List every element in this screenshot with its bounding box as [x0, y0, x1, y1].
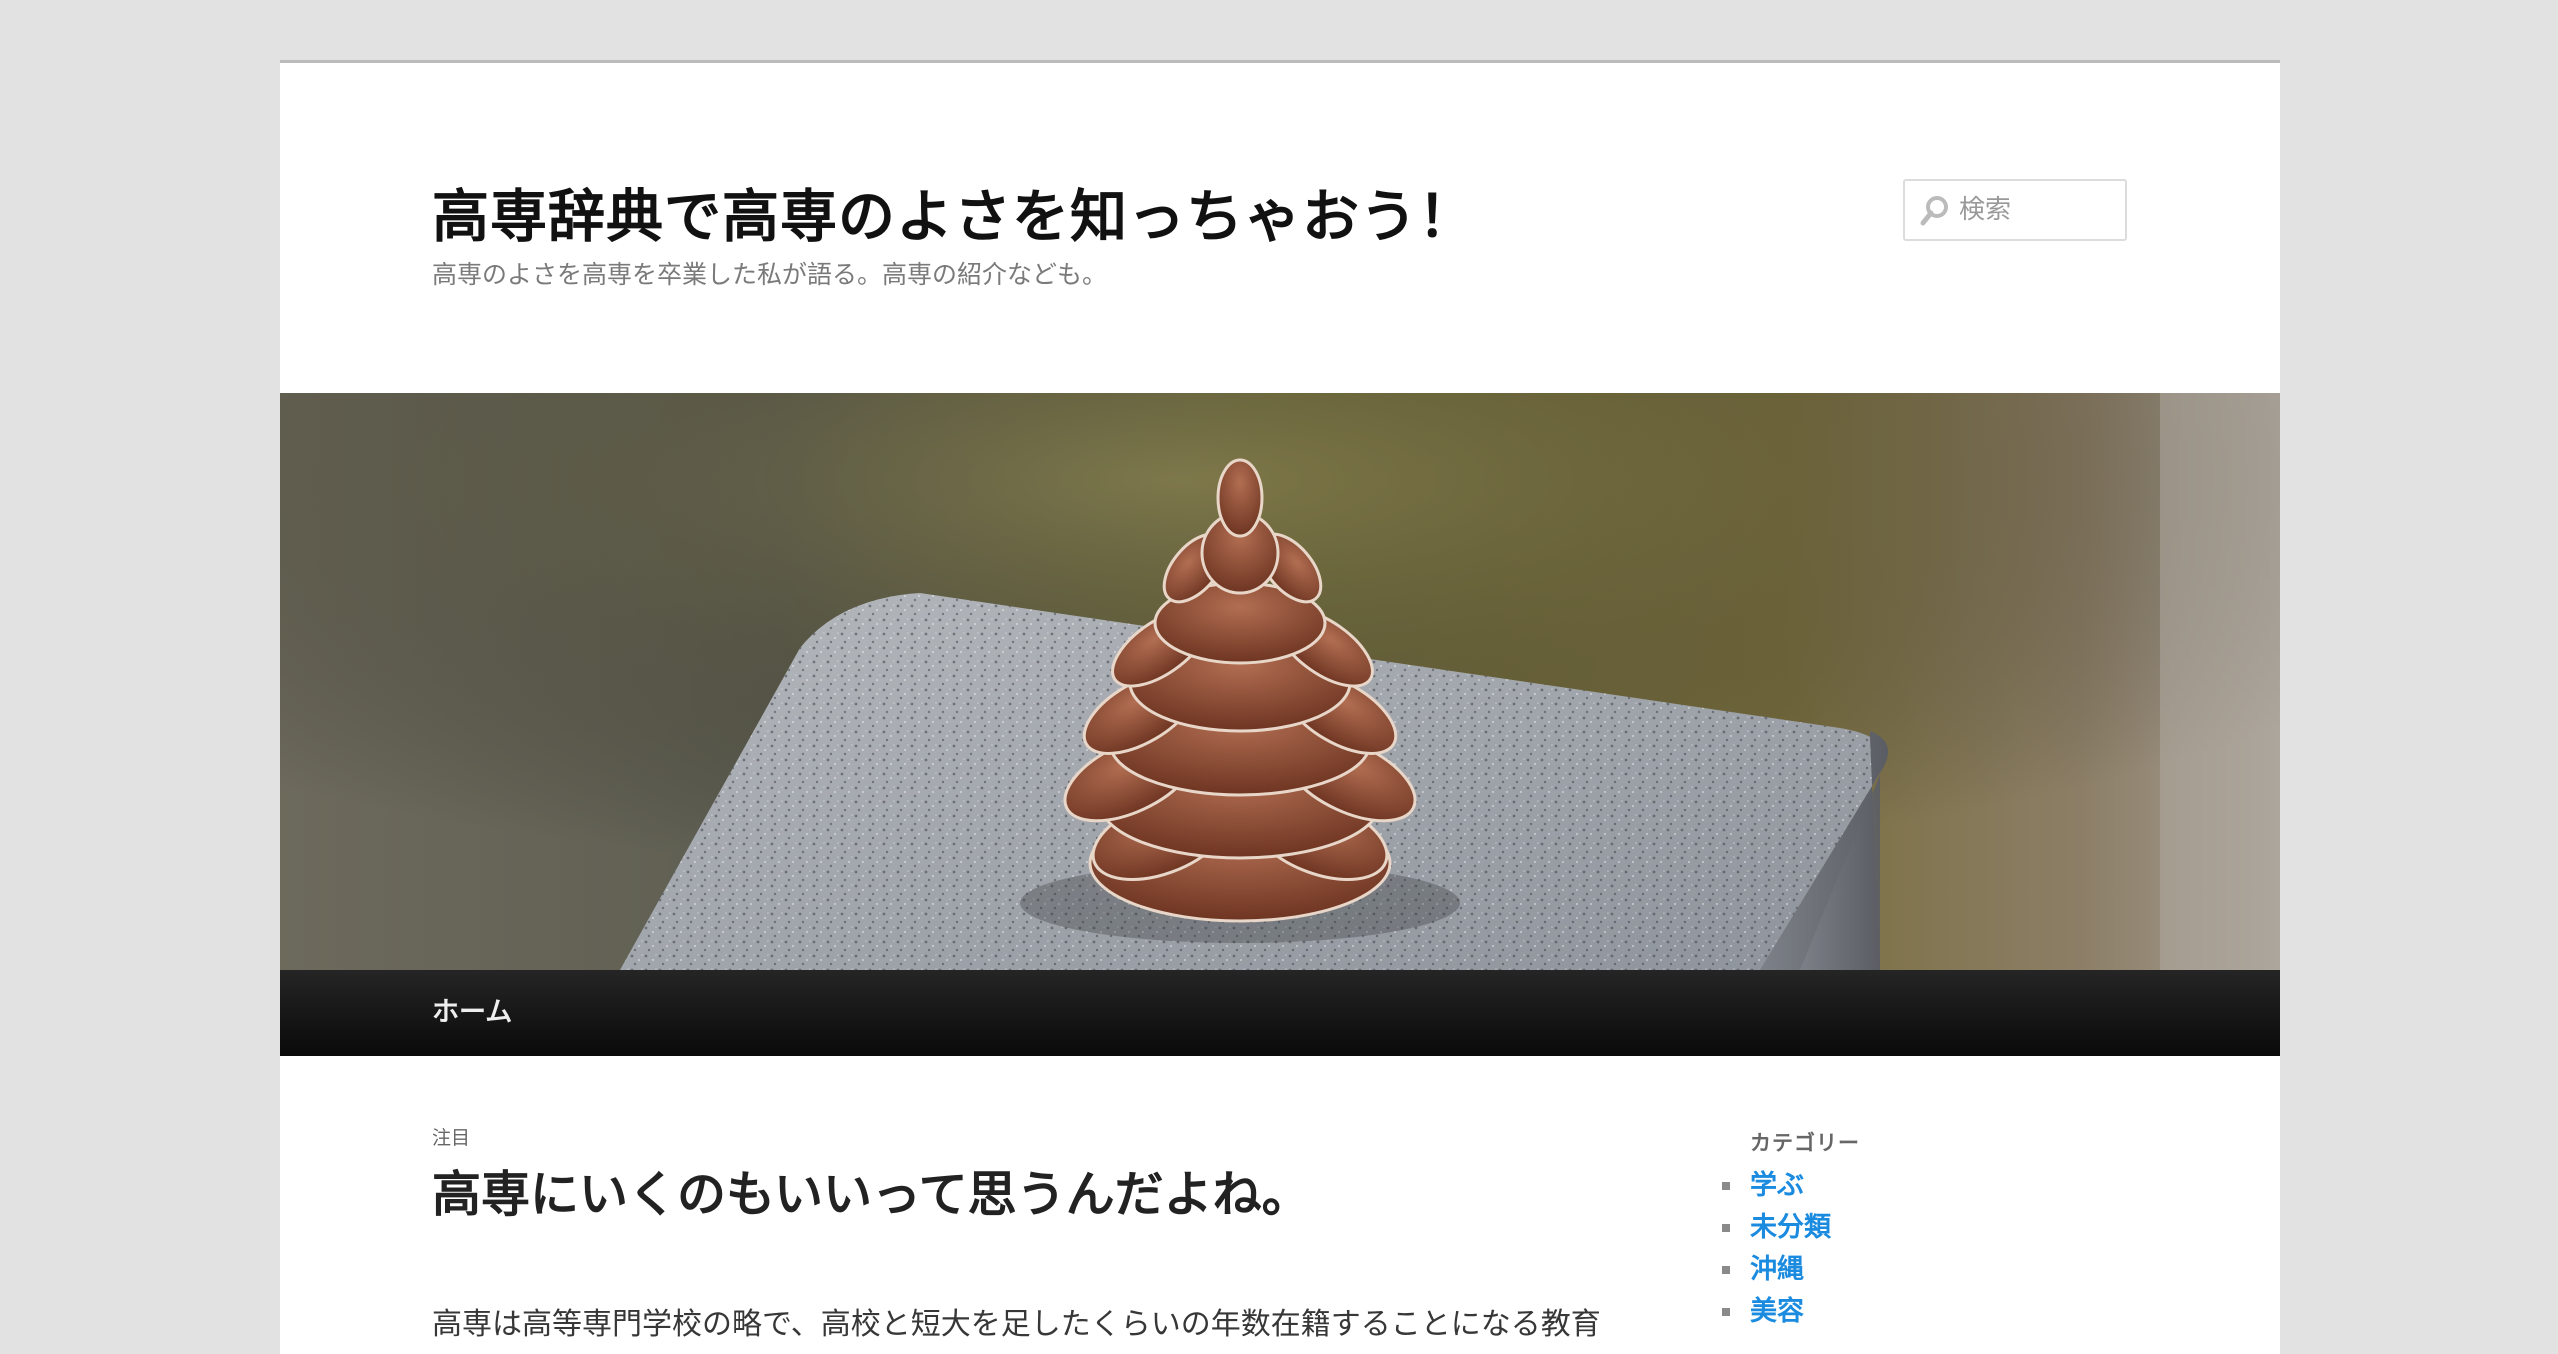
category-link-okinawa[interactable]: 沖縄	[1750, 1249, 1804, 1291]
category-item: 未分類	[1722, 1207, 1831, 1249]
featured-label: 注目	[432, 1127, 471, 1149]
categories-list: 学ぶ 未分類 沖縄 美容	[1722, 1165, 1831, 1333]
category-link-uncategorized[interactable]: 未分類	[1750, 1207, 1831, 1249]
main-navigation: ホーム	[280, 970, 2280, 1056]
category-item: 美容	[1722, 1291, 1831, 1333]
search-icon	[1920, 196, 1948, 226]
bullet-icon	[1722, 1308, 1730, 1316]
page-container: 高専辞典で高専のよさを知っちゃおう！ 高専のよさを高専を卒業した私が語る。高専の…	[280, 60, 2280, 1354]
category-link-manabu[interactable]: 学ぶ	[1750, 1165, 1804, 1207]
header-image	[280, 393, 2280, 970]
site-description: 高専のよさを高専を卒業した私が語る。高専の紹介なども。	[432, 260, 1108, 289]
categories-widget-title: カテゴリー	[1750, 1131, 1860, 1155]
search-box[interactable]	[1903, 179, 2127, 241]
nav-item-home[interactable]: ホーム	[402, 970, 542, 1056]
bullet-icon	[1722, 1182, 1730, 1190]
category-item: 学ぶ	[1722, 1165, 1831, 1207]
search-input[interactable]	[1955, 195, 2119, 225]
bullet-icon	[1722, 1224, 1730, 1232]
post-excerpt: 高専は高等専門学校の略で、高校と短大を足したくらいの年数在籍することになる教育機…	[432, 1307, 1601, 1342]
category-link-beauty[interactable]: 美容	[1750, 1291, 1804, 1333]
post-title[interactable]: 高専にいくのもいいって思うんだよね。	[432, 1155, 1311, 1226]
site-title[interactable]: 高専辞典で高専のよさを知っちゃおう！	[432, 171, 1476, 253]
bullet-icon	[1722, 1266, 1730, 1274]
category-item: 沖縄	[1722, 1249, 1831, 1291]
